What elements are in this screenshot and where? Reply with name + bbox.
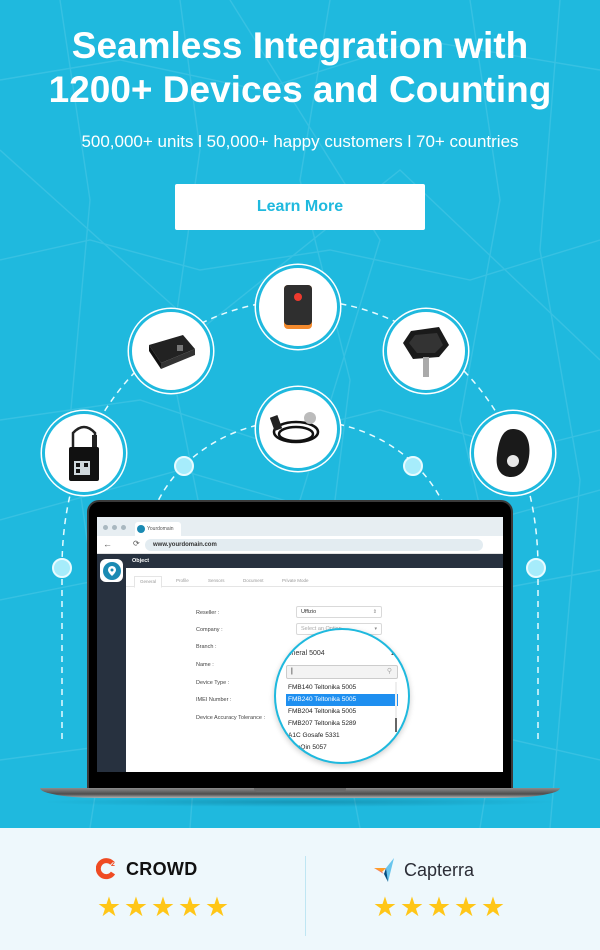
ratings-divider bbox=[305, 856, 306, 936]
url-bar[interactable]: www.yourdomain.com bbox=[145, 539, 483, 551]
browser-tab[interactable]: Yourdomain bbox=[135, 522, 181, 536]
device-type-selected-value[interactable]: ineral 5004 bbox=[290, 650, 325, 657]
sos-tracker-icon bbox=[284, 285, 312, 329]
star-icon: ★ bbox=[150, 892, 176, 922]
back-arrow-icon[interactable]: ← bbox=[103, 539, 112, 549]
dropdown-scrollbar-thumb[interactable] bbox=[395, 718, 397, 732]
capterra-stars: ★ ★ ★ ★ ★ bbox=[372, 892, 506, 922]
chevron-down-icon: ▾ bbox=[374, 626, 377, 632]
dropdown-search-value: | bbox=[291, 668, 293, 675]
window-dot bbox=[103, 525, 108, 530]
hero-banner: Seamless Integration with 1200+ Devices … bbox=[0, 0, 600, 828]
device-type-label: Device Type : bbox=[196, 680, 230, 686]
tab-document[interactable]: Document bbox=[243, 578, 264, 583]
dropdown-option[interactable]: FMB207 Teltonika 5289 bbox=[286, 718, 398, 730]
reload-icon[interactable]: ⟳ bbox=[133, 539, 140, 548]
tracker-box-icon bbox=[149, 335, 195, 369]
connection-node bbox=[403, 456, 423, 476]
search-icon: ⚲ bbox=[386, 668, 392, 675]
browser-tab-title: Yourdomain bbox=[147, 526, 174, 532]
g2-crowd-logo-icon: 2 bbox=[96, 858, 116, 880]
tab-private-mode[interactable]: Private Mode bbox=[282, 578, 309, 583]
dropdown-options-list: FMB140 Teltonika 5005 FMB240 Teltonika 5… bbox=[286, 682, 398, 754]
device-temperature-sensor bbox=[256, 387, 340, 471]
reseller-select[interactable]: Uffizio ⇕ bbox=[296, 606, 382, 618]
device-personal-tracker-sos bbox=[256, 265, 340, 349]
star-icon: ★ bbox=[372, 892, 398, 922]
imei-number-label: IMEI Number : bbox=[196, 697, 232, 703]
window-dot bbox=[112, 525, 117, 530]
connection-node bbox=[174, 456, 194, 476]
dropdown-option[interactable]: TianQin 5057 bbox=[286, 742, 398, 754]
dropdown-option-highlighted[interactable]: FMB240 Teltonika 5005 bbox=[286, 694, 398, 706]
star-icon: ★ bbox=[96, 892, 122, 922]
pendant-tracker-icon bbox=[496, 429, 530, 477]
dropdown-option[interactable]: FMB204 Teltonika 5005 bbox=[286, 706, 398, 718]
device-accuracy-tolerance-label: Device Accuracy Tolerance : bbox=[196, 715, 265, 721]
connection-node bbox=[52, 558, 72, 578]
device-gps-lock-seal bbox=[42, 411, 126, 495]
location-pin-icon bbox=[102, 561, 121, 580]
star-icon: ★ bbox=[204, 892, 230, 922]
laptop-notch bbox=[254, 788, 346, 792]
capterra-name: Capterra bbox=[404, 859, 475, 880]
browser-tab-bar: Yourdomain bbox=[97, 517, 503, 536]
branch-label: Branch : bbox=[196, 644, 217, 650]
dropdown-option[interactable]: FMB140 Teltonika 5005 bbox=[286, 682, 398, 694]
lock-seal-icon bbox=[69, 425, 99, 481]
sensor-cable-icon bbox=[270, 412, 320, 444]
window-dot bbox=[121, 525, 126, 530]
dropdown-search-input[interactable]: | ⚲ bbox=[286, 665, 398, 679]
magnified-device-type-dropdown: ineral 5004 ▲ | ⚲ FMB140 Teltonika 5005 … bbox=[274, 628, 410, 764]
address-row: ← ⟳ www.yourdomain.com bbox=[97, 536, 503, 554]
caret-up-icon: ▲ bbox=[390, 651, 396, 657]
g2-crowd-stars: ★ ★ ★ ★ ★ bbox=[96, 892, 230, 922]
tab-sensors[interactable]: Sensors bbox=[208, 578, 225, 583]
dropdown-option[interactable]: A1C Gosafe 5331 bbox=[286, 730, 398, 742]
capterra-logo-icon bbox=[374, 858, 394, 882]
company-label: Company : bbox=[196, 627, 223, 633]
favicon-icon bbox=[137, 525, 145, 533]
tab-general[interactable]: General bbox=[134, 576, 163, 588]
app-sidebar bbox=[97, 554, 126, 772]
name-label: Name : bbox=[196, 662, 214, 668]
device-personal-pendant bbox=[471, 411, 555, 495]
tab-profile[interactable]: Profile bbox=[176, 578, 189, 583]
star-icon: ★ bbox=[426, 892, 452, 922]
star-icon: ★ bbox=[399, 892, 425, 922]
device-vehicle-tracker bbox=[129, 309, 213, 393]
g2-crowd-brand: 2 CROWD bbox=[96, 858, 198, 880]
reseller-label: Reseller : bbox=[196, 610, 220, 616]
obd-tracker-icon bbox=[403, 327, 449, 377]
object-tabs: General Profile Sensors Document Private… bbox=[126, 576, 503, 588]
capterra-brand: Capterra bbox=[374, 858, 474, 882]
star-icon: ★ bbox=[177, 892, 203, 922]
svg-text:2: 2 bbox=[111, 861, 115, 868]
star-icon: ★ bbox=[453, 892, 479, 922]
reseller-value: Uffizio bbox=[301, 609, 317, 615]
ratings-section: 2 CROWD ★ ★ ★ ★ ★ Capterra ★ ★ ★ ★ ★ bbox=[0, 828, 600, 950]
g2-crowd-name: CROWD bbox=[126, 858, 198, 879]
updown-caret-icon: ⇕ bbox=[372, 609, 377, 615]
star-icon: ★ bbox=[123, 892, 149, 922]
app-header-title: Object bbox=[126, 554, 503, 568]
connection-node bbox=[526, 558, 546, 578]
app-logo[interactable] bbox=[100, 559, 123, 582]
star-icon: ★ bbox=[480, 892, 506, 922]
device-obd-tracker bbox=[384, 309, 468, 393]
laptop-shadow bbox=[40, 797, 560, 807]
